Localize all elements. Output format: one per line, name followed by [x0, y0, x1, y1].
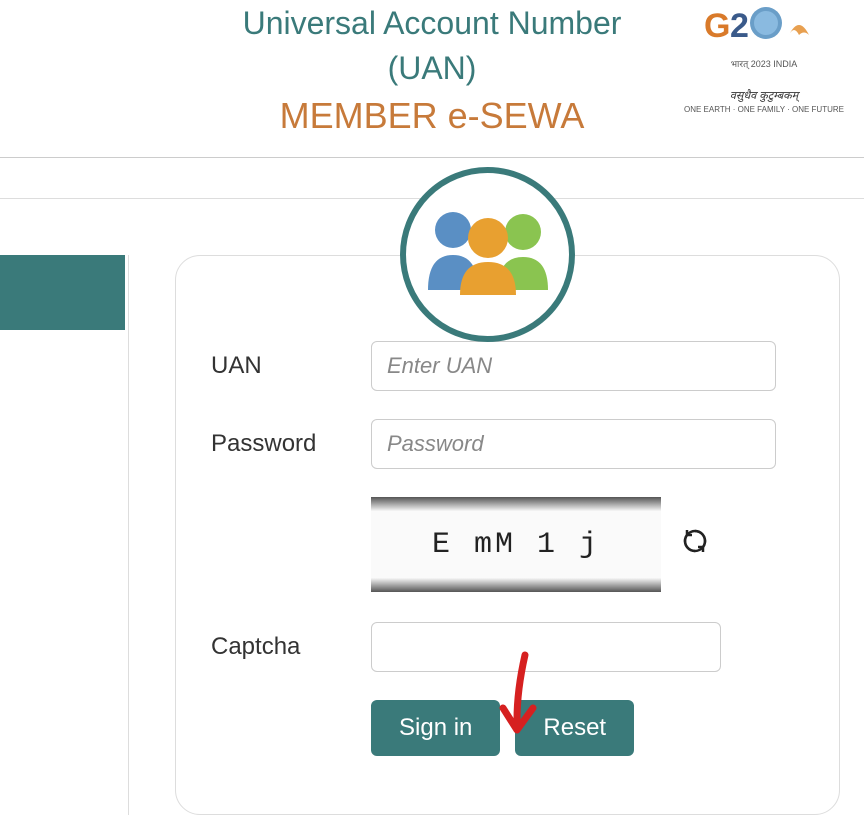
svg-text:G: G [704, 7, 730, 45]
g20-logo-text: G 2 [684, 5, 844, 55]
captcha-refresh-icon[interactable] [681, 527, 709, 562]
captcha-label: Captcha [211, 633, 371, 661]
button-row: Sign in Reset [371, 700, 804, 756]
vertical-divider [128, 255, 129, 815]
captcha-input[interactable] [371, 622, 721, 672]
red-arrow-annotation [495, 650, 545, 750]
captcha-image-row: E mM 1 j [211, 497, 804, 592]
password-label: Password [211, 430, 371, 458]
g20-subtext2: वसुधैव कुटुम्बकम् [684, 88, 844, 103]
signin-button[interactable]: Sign in [371, 700, 500, 756]
uan-label: UAN [211, 352, 371, 380]
uan-input[interactable] [371, 341, 776, 391]
page-header: Universal Account Number (UAN) MEMBER e-… [0, 0, 864, 137]
g20-subtext1: भारत् 2023 INDIA [684, 57, 844, 70]
user-avatar-icon [400, 167, 575, 342]
sidebar-block [0, 255, 125, 330]
password-row: Password [211, 419, 804, 469]
g20-subtext3: ONE EARTH · ONE FAMILY · ONE FUTURE [684, 105, 844, 114]
svg-text:2: 2 [730, 7, 749, 45]
uan-row: UAN [211, 341, 804, 391]
captcha-image: E mM 1 j [371, 497, 661, 592]
divider-line [0, 157, 864, 158]
g20-logo: G 2 भारत् 2023 INDIA वसुधैव कुटुम्बकम् O… [684, 5, 844, 114]
password-input[interactable] [371, 419, 776, 469]
